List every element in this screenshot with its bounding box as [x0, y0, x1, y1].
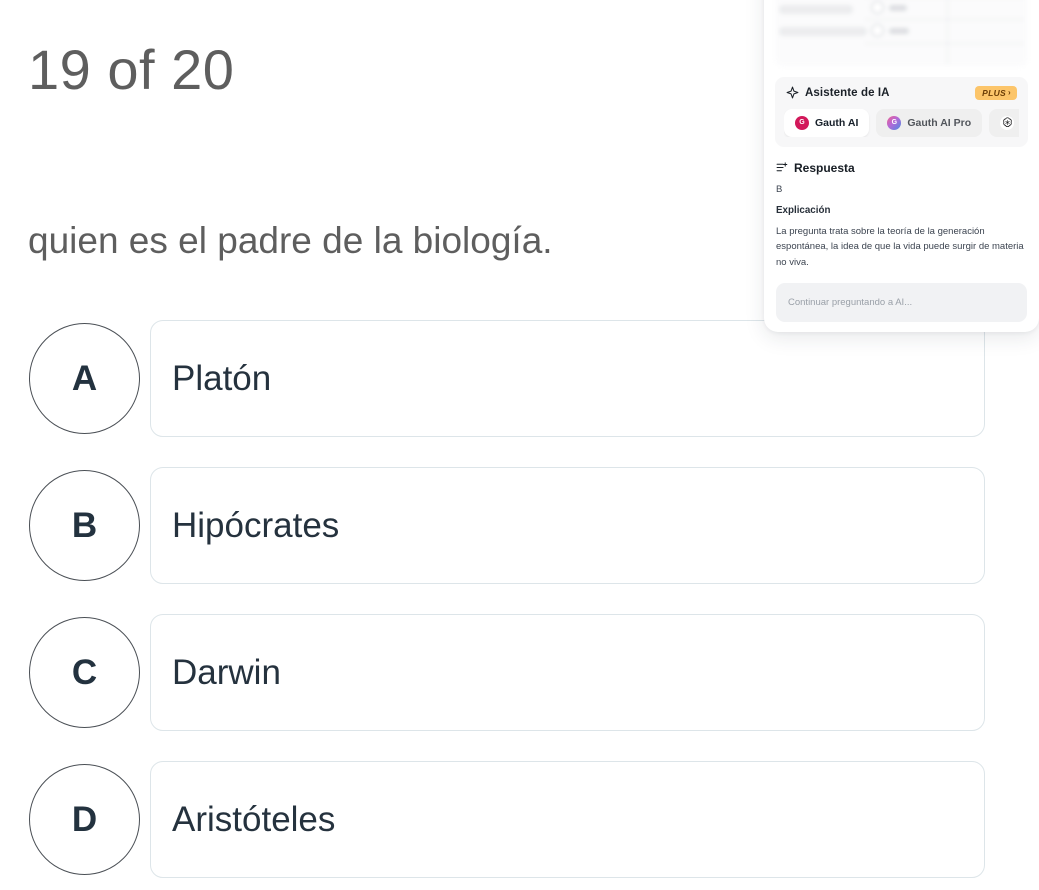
- ai-assistant-header: Asistente de IA PLUS ›: [784, 86, 1019, 100]
- gauth-pro-logo-icon: G: [887, 115, 902, 130]
- option-label-d: Aristóteles: [172, 799, 336, 839]
- list-plus-icon: [776, 162, 788, 172]
- option-box-d[interactable]: Aristóteles: [150, 761, 985, 878]
- answer-heading: Respuesta: [794, 160, 855, 175]
- option-letter-badge-a[interactable]: A: [29, 323, 140, 434]
- option-label-b: Hipócrates: [172, 505, 340, 545]
- option-row-d[interactable]: D Aristóteles: [0, 761, 1039, 890]
- sparkle-icon: [786, 86, 799, 99]
- ai-assistant-title-group: Asistente de IA: [786, 86, 890, 99]
- tab-chatgpt[interactable]: ChatGP: [989, 108, 1019, 137]
- option-label-c: Darwin: [172, 652, 281, 692]
- chevron-right-icon: ›: [1008, 87, 1011, 97]
- option-box-c[interactable]: Darwin: [150, 614, 985, 731]
- option-row-a[interactable]: A Platón: [0, 320, 1039, 467]
- tab-gauth-ai-pro[interactable]: G Gauth AI Pro: [876, 108, 983, 137]
- chatgpt-logo-icon: [1000, 115, 1015, 130]
- option-letter-badge-c[interactable]: C: [29, 617, 140, 728]
- option-label-a: Platón: [172, 358, 272, 398]
- explanation-text: La pregunta trata sobre la teoría de la …: [776, 225, 1024, 268]
- ai-model-tabs: G Gauth AI G Gauth AI Pro ChatGP: [784, 108, 1019, 137]
- ai-answer-section: Respuesta B Explicación La pregunta trat…: [764, 147, 1039, 323]
- ai-assistant-panel: Asistente de IA PLUS › G Gauth AI G Gaut…: [764, 0, 1039, 333]
- continue-asking-input[interactable]: Continuar preguntando a AI...: [776, 283, 1027, 323]
- app-root: 19 of 20 quien es el padre de la biologí…: [0, 0, 1039, 890]
- explanation-heading: Explicación: [776, 204, 831, 216]
- options-list: A Platón B Hipócrates C Darwin D Aristót…: [0, 320, 1039, 890]
- option-box-b[interactable]: Hipócrates: [150, 467, 985, 584]
- option-row-b[interactable]: B Hipócrates: [0, 467, 1039, 614]
- plus-upgrade-badge[interactable]: PLUS ›: [975, 86, 1017, 100]
- blurred-question-preview: [775, 0, 1028, 67]
- option-letter-badge-b[interactable]: B: [29, 470, 140, 581]
- answer-value: B: [776, 183, 783, 195]
- option-letter-badge-d[interactable]: D: [29, 764, 140, 875]
- page-progress-label: 19 of 20: [28, 38, 235, 101]
- tab-gauth-ai-pro-label: Gauth AI Pro: [907, 116, 972, 129]
- tab-gauth-ai-label: Gauth AI: [815, 116, 859, 129]
- option-row-c[interactable]: C Darwin: [0, 614, 1039, 761]
- question-text: quien es el padre de la biología.: [28, 220, 553, 261]
- continue-asking-placeholder: Continuar preguntando a AI...: [788, 297, 913, 309]
- ai-assistant-title: Asistente de IA: [805, 86, 890, 99]
- tab-gauth-ai[interactable]: G Gauth AI: [784, 108, 870, 137]
- plus-badge-label: PLUS: [982, 87, 1007, 98]
- option-box-a[interactable]: Platón: [150, 320, 985, 437]
- gauth-logo-icon: G: [795, 115, 809, 130]
- answer-heading-group: Respuesta: [776, 161, 1027, 175]
- ai-assistant-block: Asistente de IA PLUS › G Gauth AI G Gaut…: [775, 77, 1028, 147]
